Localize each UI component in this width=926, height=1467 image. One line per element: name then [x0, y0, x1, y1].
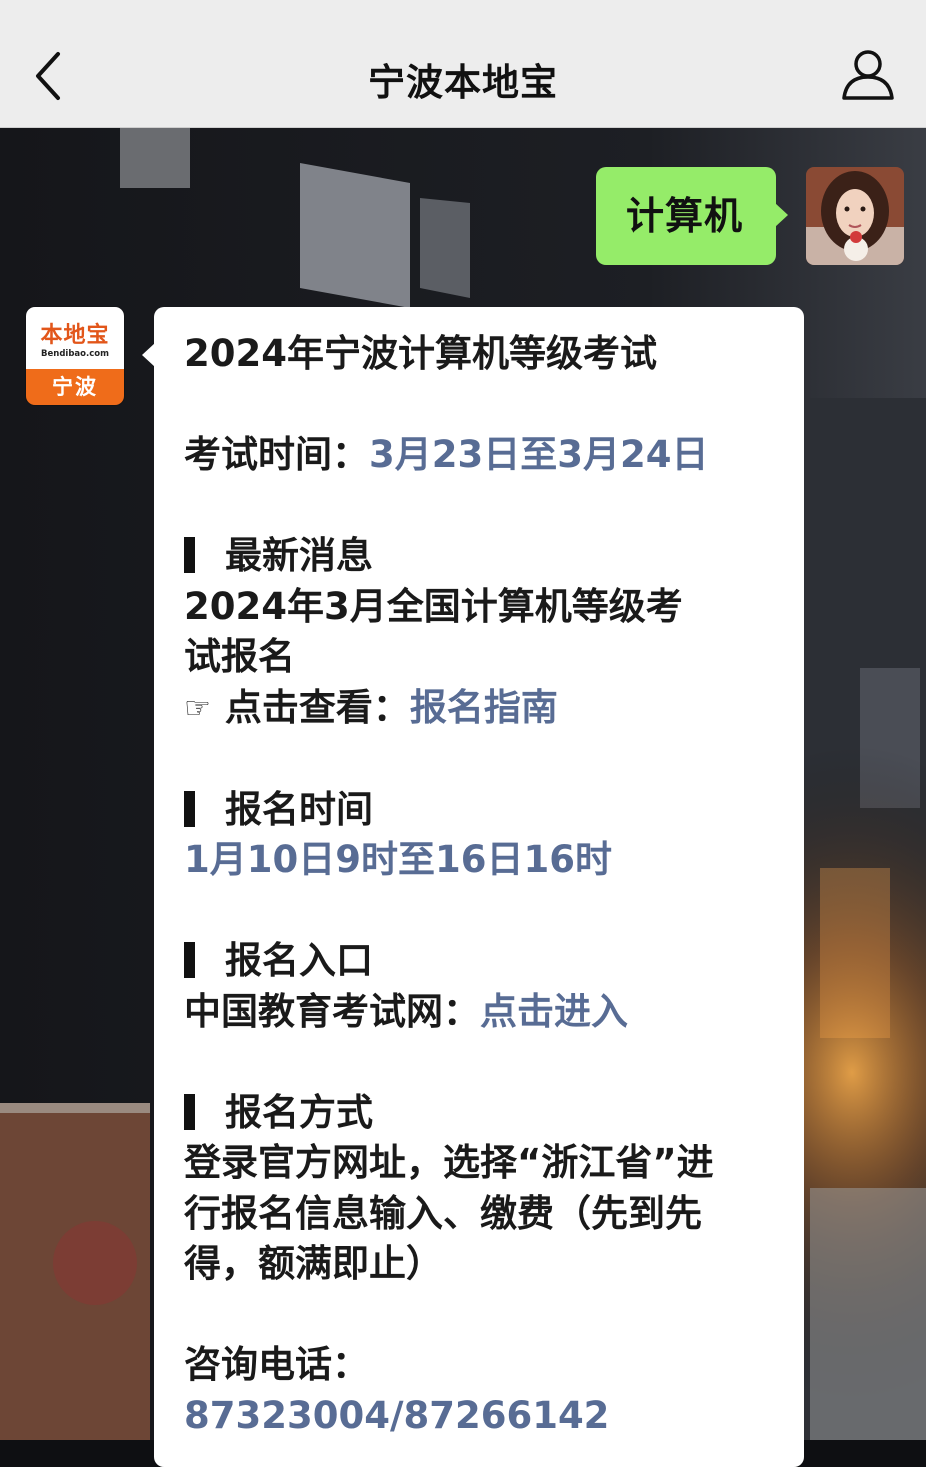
avatar-city-text: 宁波 — [26, 369, 124, 405]
reg-entry-heading-row: 报名入口 — [184, 936, 776, 987]
view-guide-row: ☞ 点击查看：报名指南 — [184, 683, 776, 735]
reg-entry-link[interactable]: 点击进入 — [480, 990, 628, 1033]
section-bar-icon — [184, 1093, 195, 1130]
reg-entry-heading: 报名入口 — [225, 939, 373, 982]
reg-method-line-3: 得，额满即止） — [184, 1242, 443, 1285]
exam-time-row: 考试时间：3月23日至3月24日 — [184, 430, 776, 481]
section-bar-icon — [184, 790, 195, 827]
incoming-message-card: 2024年宁波计算机等级考试 考试时间：3月23日至3月24日 最新消息 202… — [142, 307, 804, 1467]
reg-entry-row: 中国教育考试网：点击进入 — [184, 987, 776, 1038]
reg-method-heading: 报名方式 — [225, 1090, 373, 1134]
latest-news-heading: 最新消息 — [225, 534, 373, 577]
reg-time-heading: 报名时间 — [225, 787, 373, 831]
reg-method-line-1: 登录官方网址，选择“浙江省”进 — [184, 1141, 714, 1184]
section-bar-icon — [184, 942, 195, 978]
latest-news-line-1: 2024年3月全国计算机等级考 — [184, 584, 683, 628]
avatar-brand-text: 本地宝 — [40, 323, 110, 348]
section-bar-icon — [184, 537, 195, 573]
avatar-site-text: Bendibao.com — [41, 349, 109, 359]
exam-time-value: 3月23日至3月24日 — [369, 433, 709, 476]
bendibao-avatar[interactable]: 本地宝 Bendibao.com 宁波 — [26, 307, 124, 405]
latest-news-line-2: 试报名 — [184, 635, 295, 678]
card-title: 2024年宁波计算机等级考试 — [184, 332, 657, 375]
profile-icon[interactable] — [838, 44, 898, 104]
pointing-hand-icon: ☞ — [184, 690, 211, 726]
reg-method-heading-row: 报名方式 — [184, 1088, 776, 1139]
chat-header: 宁波本地宝 — [0, 0, 926, 128]
phone-value[interactable]: 87323004/87266142 — [184, 1391, 776, 1442]
registration-guide-link[interactable]: 报名指南 — [410, 686, 558, 729]
user-avatar[interactable] — [806, 167, 904, 265]
reg-time-value: 1月10日9时至16日16时 — [184, 838, 612, 881]
reg-entry-label: 中国教育考试网： — [184, 989, 480, 1033]
reg-time-heading-row: 报名时间 — [184, 785, 776, 836]
latest-news-heading-row: 最新消息 — [184, 531, 776, 582]
outgoing-message-bubble[interactable]: 计算机 — [596, 167, 788, 265]
chat-title: 宁波本地宝 — [368, 61, 558, 104]
view-label: 点击查看： — [224, 685, 410, 729]
phone-label: 咨询电话： — [184, 1343, 369, 1386]
exam-time-label: 考试时间： — [184, 433, 369, 476]
reg-method-line-2: 行报名信息输入、缴费（先到先 — [184, 1191, 702, 1235]
